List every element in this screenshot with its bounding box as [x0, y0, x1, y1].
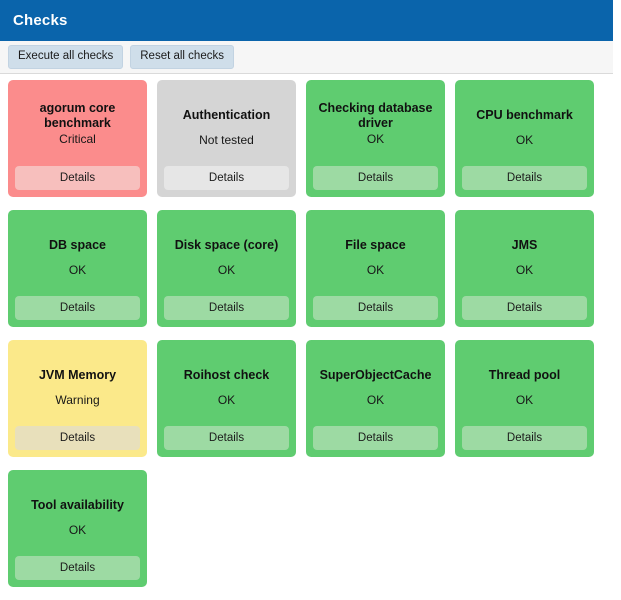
execute-all-checks-button[interactable]: Execute all checks: [8, 45, 124, 69]
check-status: OK: [217, 392, 236, 407]
check-title: JVM Memory: [38, 368, 117, 382]
check-details-button[interactable]: Details: [313, 296, 438, 320]
check-title: Disk space (core): [174, 238, 279, 252]
check-card[interactable]: File space OK Details: [306, 210, 445, 327]
check-card[interactable]: Tool availability OK Details: [8, 470, 147, 587]
check-card[interactable]: JVM Memory Warning Details: [8, 340, 147, 457]
check-card[interactable]: Authentication Not tested Details: [157, 80, 296, 197]
check-card[interactable]: Checking database driver OK Details: [306, 80, 445, 197]
toolbar: Execute all checks Reset all checks: [0, 41, 613, 74]
check-details-button[interactable]: Details: [462, 296, 587, 320]
check-title: Tool availability: [31, 498, 124, 512]
check-status: OK: [68, 522, 87, 537]
check-title: Checking database driver: [318, 101, 433, 130]
check-title: File space: [345, 238, 406, 252]
check-details-button[interactable]: Details: [15, 556, 140, 580]
reset-all-checks-button[interactable]: Reset all checks: [130, 45, 234, 69]
check-status: OK: [68, 262, 87, 277]
check-status: OK: [515, 132, 534, 147]
check-details-button[interactable]: Details: [15, 296, 140, 320]
check-status: OK: [217, 262, 236, 277]
check-card[interactable]: SuperObjectCache OK Details: [306, 340, 445, 457]
check-card[interactable]: CPU benchmark OK Details: [455, 80, 594, 197]
check-status: Warning: [55, 392, 100, 407]
check-status: OK: [515, 262, 534, 277]
checks-grid: agorum core benchmark Critical Details Auth…: [8, 80, 608, 600]
check-title: Roihost check: [183, 368, 270, 382]
check-card[interactable]: Thread pool OK Details: [455, 340, 594, 457]
page-header: Checks: [0, 0, 613, 41]
check-card[interactable]: Disk space (core) OK Details: [157, 210, 296, 327]
check-details-button[interactable]: Details: [15, 426, 140, 450]
check-details-button[interactable]: Details: [462, 426, 587, 450]
check-status: OK: [366, 392, 385, 407]
check-details-button[interactable]: Details: [462, 166, 587, 190]
checks-page: Checks Execute all checks Reset all chec…: [0, 0, 621, 595]
check-card[interactable]: JMS OK Details: [455, 210, 594, 327]
check-status: Not tested: [199, 132, 254, 147]
check-title: Thread pool: [488, 368, 561, 382]
check-card[interactable]: agorum core benchmark Critical Details: [8, 80, 147, 197]
check-details-button[interactable]: Details: [164, 166, 289, 190]
check-card[interactable]: DB space OK Details: [8, 210, 147, 327]
check-title: CPU benchmark: [476, 108, 573, 122]
check-details-button[interactable]: Details: [313, 166, 438, 190]
check-status: OK: [366, 262, 385, 277]
check-title: DB space: [49, 238, 106, 252]
check-details-button[interactable]: Details: [164, 426, 289, 450]
check-status: OK: [515, 392, 534, 407]
check-card[interactable]: Roihost check OK Details: [157, 340, 296, 457]
check-status: OK: [366, 131, 385, 146]
check-details-button[interactable]: Details: [313, 426, 438, 450]
check-details-button[interactable]: Details: [15, 166, 140, 190]
check-title: Authentication: [182, 108, 271, 122]
check-title: SuperObjectCache: [319, 368, 432, 382]
check-status: Critical: [59, 131, 96, 146]
page-title: Checks: [13, 12, 68, 29]
check-title: JMS: [511, 238, 538, 252]
check-details-button[interactable]: Details: [164, 296, 289, 320]
check-title: agorum core benchmark: [39, 101, 116, 130]
